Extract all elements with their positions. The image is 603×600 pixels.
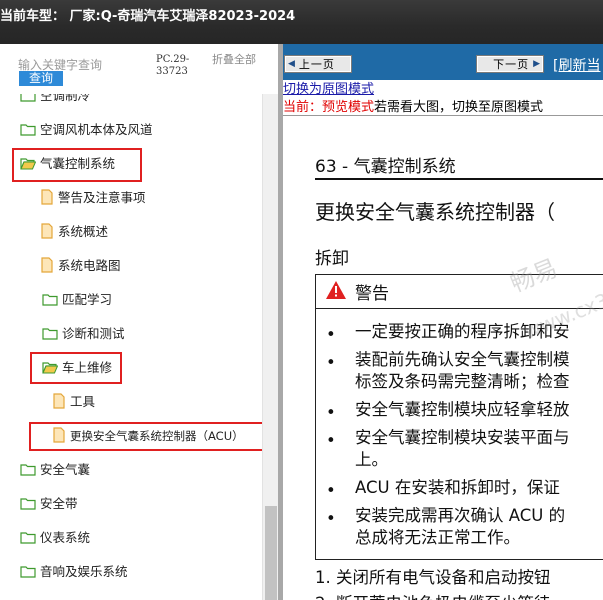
- mode-status-line: 当前：预览模式若需看大图，切换至原图模式: [283, 96, 543, 115]
- warning-triangle-icon: [325, 280, 347, 304]
- folder-icon: [20, 94, 36, 105]
- procedure-title: 更换安全气囊系统控制器（: [315, 200, 555, 224]
- warning-item-continued: 标签及条码需完整清晰；检查: [355, 372, 570, 391]
- tree-item-label: 气囊控制系统: [40, 156, 116, 171]
- tree-item-label: 匹配学习: [62, 292, 113, 307]
- tree-item[interactable]: 仪表系统: [20, 528, 90, 548]
- catalog-tree: 空调制冷 空调风机本体及风道 气囊控制系统 警告及注意事项 系统概述 系统电路图…: [0, 94, 262, 600]
- page-nav-bar: ◀ 上一页 下一页 ▶ [刷新当: [283, 44, 603, 80]
- folder-open-icon: [42, 360, 59, 377]
- bullet-marker: •: [326, 403, 336, 422]
- document-icon: [40, 256, 54, 276]
- tree-item-label: 仪表系统: [40, 530, 91, 545]
- tree-item-label: 安全气囊: [40, 462, 91, 477]
- next-page-label: 下一页: [493, 58, 530, 71]
- switch-original-mode-link[interactable]: 切换为原图模式: [283, 78, 374, 97]
- warning-item: ACU 在安装和拆卸时，保证: [355, 478, 560, 497]
- tree-item[interactable]: 警告及注意事项: [40, 188, 146, 208]
- prev-page-button[interactable]: ◀ 上一页: [284, 55, 352, 73]
- folder-icon: [20, 530, 36, 547]
- folder-open-icon: [20, 156, 37, 173]
- refresh-link[interactable]: [刷新当: [553, 55, 600, 75]
- warning-item: 安装完成需再次确认 ACU 的: [355, 506, 566, 525]
- window-title: 当前车型： 厂家:Q-奇瑞汽车艾瑞泽82023-2024: [0, 9, 296, 24]
- tree-item[interactable]: 系统电路图: [40, 256, 121, 276]
- procedure-step: 1. 关闭所有电气设备和启动按钮: [315, 568, 551, 587]
- document-icon: [40, 188, 54, 208]
- divider: [315, 178, 603, 180]
- search-bar: 查询 PC.29-33723 折叠全部: [0, 44, 278, 94]
- tree-item[interactable]: 空调风机本体及风道: [20, 120, 153, 140]
- bullet-marker: •: [326, 431, 336, 450]
- mode-status-prefix: 当前：预览模式: [283, 100, 375, 115]
- tree-item[interactable]: 系统概述: [40, 222, 108, 242]
- tree-item-label: 系统概述: [58, 224, 109, 239]
- left-panel: 查询 PC.29-33723 折叠全部 空调制冷 空调风机本体及风道 气囊控制系…: [0, 44, 278, 600]
- tree-item-label: 诊断和测试: [62, 326, 125, 341]
- tree-item-label: 工具: [70, 394, 96, 409]
- tree-item[interactable]: 安全气囊: [20, 460, 90, 480]
- collapse-all-button[interactable]: 折叠全部: [212, 54, 256, 66]
- tree-item-airbag-control[interactable]: 气囊控制系统: [20, 154, 115, 174]
- tree-item[interactable]: 工具: [52, 392, 95, 412]
- warning-item: 装配前先确认安全气囊控制模: [355, 350, 570, 369]
- warning-title: 警告: [355, 284, 389, 304]
- tree-item[interactable]: 安全带: [20, 494, 78, 514]
- title-bar: 当前车型： 厂家:Q-奇瑞汽车艾瑞泽82023-2024: [0, 0, 603, 44]
- procedure-subtitle: 拆卸: [315, 249, 349, 269]
- procedure-step: 2. 断开蓄电池负极电缆至少等待: [315, 590, 551, 600]
- folder-icon: [20, 564, 36, 581]
- warning-item: 安全气囊控制模块安装平面与: [355, 428, 570, 447]
- document-icon: [40, 222, 54, 242]
- folder-icon: [42, 326, 58, 343]
- pc-code: PC.29-33723: [156, 54, 190, 77]
- bullet-marker: •: [326, 509, 336, 528]
- tree-item-label: 安全带: [40, 496, 78, 511]
- warning-item-continued: 总成将无法正常工作。: [355, 528, 520, 547]
- right-arrow-icon: ▶: [533, 59, 540, 69]
- folder-icon: [20, 462, 36, 479]
- tree-item-on-vehicle-service[interactable]: 车上维修: [42, 358, 112, 378]
- folder-icon: [42, 292, 58, 309]
- left-arrow-icon: ◀: [288, 59, 295, 69]
- bullet-marker: •: [326, 481, 336, 500]
- document-icon: [52, 392, 66, 412]
- warning-item: 安全气囊控制模块应轻拿轻放: [355, 400, 570, 419]
- scrollbar-thumb[interactable]: [265, 506, 277, 600]
- tree-item[interactable]: 诊断和测试: [42, 324, 125, 344]
- tree-scrollbar[interactable]: [262, 94, 278, 600]
- tree-item-label: 音响及娱乐系统: [40, 564, 128, 579]
- warning-item-continued: 上。: [355, 450, 388, 469]
- section-title: 63 - 气囊控制系统: [315, 157, 456, 177]
- mode-status-hint: 若需看大图，切换至原图模式: [374, 100, 544, 115]
- tree-item[interactable]: 匹配学习: [42, 290, 112, 310]
- divider: [283, 115, 603, 116]
- prev-page-label: 上一页: [298, 58, 335, 71]
- tree-item-label: 空调制冷: [40, 94, 91, 103]
- tree-item[interactable]: 音响及娱乐系统: [20, 562, 128, 582]
- bullet-marker: •: [326, 325, 336, 344]
- folder-icon: [20, 122, 36, 139]
- document-icon: [52, 426, 66, 446]
- tree-item-label: 系统电路图: [58, 258, 121, 273]
- search-button[interactable]: 查询: [19, 71, 63, 86]
- tree-item-label: 车上维修: [62, 360, 113, 375]
- folder-icon: [20, 496, 36, 513]
- tree-item[interactable]: 空调制冷: [20, 94, 90, 106]
- bullet-marker: •: [326, 353, 336, 372]
- tree-item-replace-acu[interactable]: 更换安全气囊系统控制器（ACU）: [52, 426, 244, 446]
- tree-item-label: 更换安全气囊系统控制器（ACU）: [70, 429, 244, 443]
- document-viewer: ◀ 上一页 下一页 ▶ [刷新当 切换为原图模式 当前：预览模式若需看大图，切换…: [283, 44, 603, 600]
- tree-item-label: 空调风机本体及风道: [40, 122, 153, 137]
- tree-item-label: 警告及注意事项: [58, 190, 146, 205]
- next-page-button[interactable]: 下一页 ▶: [476, 55, 544, 73]
